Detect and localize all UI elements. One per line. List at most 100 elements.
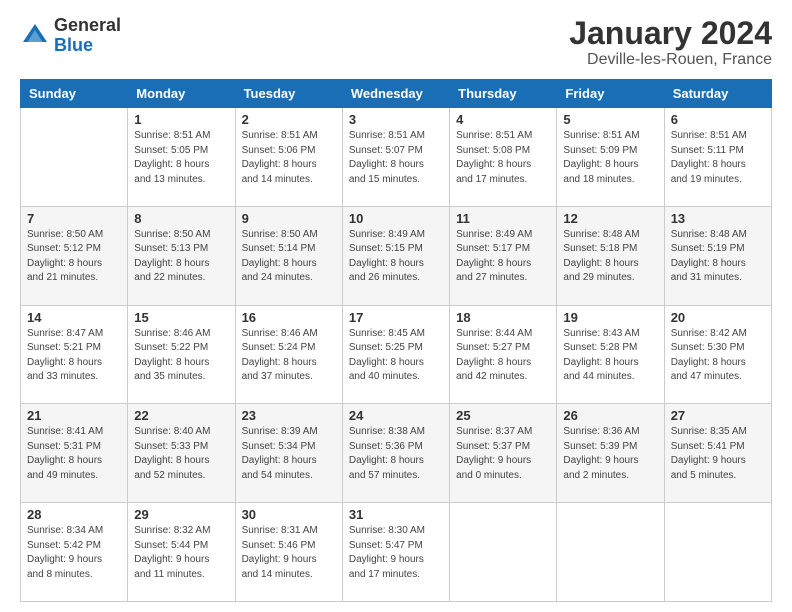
week-row-5: 28 Sunrise: 8:34 AMSunset: 5:42 PMDayligh… <box>21 503 772 602</box>
day-detail: Sunrise: 8:31 AMSunset: 5:46 PMDaylight:… <box>242 524 336 582</box>
day-number: 1 <box>134 112 228 127</box>
logo-text: General Blue <box>54 16 121 56</box>
day-number: 24 <box>349 408 443 423</box>
logo-general: General <box>54 16 121 36</box>
logo-icon <box>20 21 50 51</box>
day-number: 4 <box>456 112 550 127</box>
calendar-cell: 25 Sunrise: 8:37 AMSunset: 5:37 PMDayligh… <box>450 404 557 503</box>
day-detail: Sunrise: 8:42 AMSunset: 5:30 PMDaylight:… <box>671 327 765 385</box>
calendar-cell: 21 Sunrise: 8:41 AMSunset: 5:31 PMDayligh… <box>21 404 128 503</box>
week-row-3: 14 Sunrise: 8:47 AMSunset: 5:21 PMDayligh… <box>21 305 772 404</box>
calendar-cell: 8Sunrise: 8:50 AMSunset: 5:13 PMDaylight… <box>128 206 235 305</box>
week-row-1: 1 Sunrise: 8:51 AMSunset: 5:05 PMDaylight… <box>21 108 772 207</box>
calendar-cell <box>664 503 771 602</box>
calendar-cell: 16 Sunrise: 8:46 AMSunset: 5:24 PMDayligh… <box>235 305 342 404</box>
day-detail: Sunrise: 8:41 AMSunset: 5:31 PMDaylight:… <box>27 425 121 483</box>
calendar-cell: 20Sunrise: 8:42 AMSunset: 5:30 PMDayligh… <box>664 305 771 404</box>
day-detail: Sunrise: 8:43 AMSunset: 5:28 PMDaylight:… <box>563 327 657 385</box>
calendar-cell: 22Sunrise: 8:40 AMSunset: 5:33 PMDayligh… <box>128 404 235 503</box>
day-detail: Sunrise: 8:51 AMSunset: 5:07 PMDaylight:… <box>349 129 443 187</box>
page-subtitle: Deville-les-Rouen, France <box>569 51 772 69</box>
day-detail: Sunrise: 8:48 AMSunset: 5:18 PMDaylight:… <box>563 228 657 286</box>
calendar-cell: 28 Sunrise: 8:34 AMSunset: 5:42 PMDayligh… <box>21 503 128 602</box>
day-number: 17 <box>349 310 443 325</box>
day-number: 3 <box>349 112 443 127</box>
calendar-cell: 24 Sunrise: 8:38 AMSunset: 5:36 PMDayligh… <box>342 404 449 503</box>
column-header-wednesday: Wednesday <box>342 80 449 108</box>
day-number: 7 <box>27 211 121 226</box>
day-detail: Sunrise: 8:51 AMSunset: 5:11 PMDaylight:… <box>671 129 765 187</box>
day-number: 12 <box>563 211 657 226</box>
logo: General Blue <box>20 16 121 56</box>
day-detail: Sunrise: 8:47 AMSunset: 5:21 PMDaylight:… <box>27 327 121 385</box>
day-detail: Sunrise: 8:51 AMSunset: 5:09 PMDaylight:… <box>563 129 657 187</box>
day-detail: Sunrise: 8:49 AMSunset: 5:17 PMDaylight:… <box>456 228 550 286</box>
calendar-cell: 6 Sunrise: 8:51 AMSunset: 5:11 PMDaylight… <box>664 108 771 207</box>
calendar-cell: 13 Sunrise: 8:48 AMSunset: 5:19 PMDayligh… <box>664 206 771 305</box>
calendar-cell: 14 Sunrise: 8:47 AMSunset: 5:21 PMDayligh… <box>21 305 128 404</box>
day-detail: Sunrise: 8:45 AMSunset: 5:25 PMDaylight:… <box>349 327 443 385</box>
calendar-cell: 7 Sunrise: 8:50 AMSunset: 5:12 PMDaylight… <box>21 206 128 305</box>
page: General Blue January 2024 Deville-les-Ro… <box>0 0 792 612</box>
calendar-cell: 19 Sunrise: 8:43 AMSunset: 5:28 PMDayligh… <box>557 305 664 404</box>
day-detail: Sunrise: 8:34 AMSunset: 5:42 PMDaylight:… <box>27 524 121 582</box>
day-detail: Sunrise: 8:44 AMSunset: 5:27 PMDaylight:… <box>456 327 550 385</box>
column-header-saturday: Saturday <box>664 80 771 108</box>
day-number: 31 <box>349 507 443 522</box>
day-number: 22 <box>134 408 228 423</box>
day-detail: Sunrise: 8:32 AMSunset: 5:44 PMDaylight:… <box>134 524 228 582</box>
day-number: 28 <box>27 507 121 522</box>
calendar-header-row: SundayMondayTuesdayWednesdayThursdayFrid… <box>21 80 772 108</box>
day-detail: Sunrise: 8:37 AMSunset: 5:37 PMDaylight:… <box>456 425 550 483</box>
day-detail: Sunrise: 8:50 AMSunset: 5:12 PMDaylight:… <box>27 228 121 286</box>
day-number: 14 <box>27 310 121 325</box>
day-number: 5 <box>563 112 657 127</box>
calendar-cell: 12 Sunrise: 8:48 AMSunset: 5:18 PMDayligh… <box>557 206 664 305</box>
header: General Blue January 2024 Deville-les-Ro… <box>20 16 772 69</box>
day-number: 21 <box>27 408 121 423</box>
day-detail: Sunrise: 8:38 AMSunset: 5:36 PMDaylight:… <box>349 425 443 483</box>
day-number: 13 <box>671 211 765 226</box>
day-detail: Sunrise: 8:48 AMSunset: 5:19 PMDaylight:… <box>671 228 765 286</box>
title-block: January 2024 Deville-les-Rouen, France <box>569 16 772 69</box>
day-detail: Sunrise: 8:30 AMSunset: 5:47 PMDaylight:… <box>349 524 443 582</box>
day-number: 19 <box>563 310 657 325</box>
day-number: 6 <box>671 112 765 127</box>
calendar-cell: 18Sunrise: 8:44 AMSunset: 5:27 PMDayligh… <box>450 305 557 404</box>
calendar-cell: 29 Sunrise: 8:32 AMSunset: 5:44 PMDayligh… <box>128 503 235 602</box>
calendar-cell <box>21 108 128 207</box>
calendar-cell: 23 Sunrise: 8:39 AMSunset: 5:34 PMDayligh… <box>235 404 342 503</box>
page-title: January 2024 <box>569 16 772 51</box>
logo-blue: Blue <box>54 36 121 56</box>
calendar-cell <box>450 503 557 602</box>
day-number: 16 <box>242 310 336 325</box>
calendar-cell: 17 Sunrise: 8:45 AMSunset: 5:25 PMDayligh… <box>342 305 449 404</box>
calendar-cell: 1 Sunrise: 8:51 AMSunset: 5:05 PMDaylight… <box>128 108 235 207</box>
day-number: 15 <box>134 310 228 325</box>
day-detail: Sunrise: 8:39 AMSunset: 5:34 PMDaylight:… <box>242 425 336 483</box>
day-number: 10 <box>349 211 443 226</box>
calendar-cell: 31 Sunrise: 8:30 AMSunset: 5:47 PMDayligh… <box>342 503 449 602</box>
column-header-sunday: Sunday <box>21 80 128 108</box>
calendar-cell: 4Sunrise: 8:51 AMSunset: 5:08 PMDaylight… <box>450 108 557 207</box>
calendar-cell: 27Sunrise: 8:35 AMSunset: 5:41 PMDayligh… <box>664 404 771 503</box>
day-detail: Sunrise: 8:50 AMSunset: 5:14 PMDaylight:… <box>242 228 336 286</box>
week-row-2: 7 Sunrise: 8:50 AMSunset: 5:12 PMDaylight… <box>21 206 772 305</box>
calendar-table: SundayMondayTuesdayWednesdayThursdayFrid… <box>20 79 772 602</box>
day-detail: Sunrise: 8:36 AMSunset: 5:39 PMDaylight:… <box>563 425 657 483</box>
calendar-cell <box>557 503 664 602</box>
day-number: 23 <box>242 408 336 423</box>
column-header-monday: Monday <box>128 80 235 108</box>
day-detail: Sunrise: 8:46 AMSunset: 5:24 PMDaylight:… <box>242 327 336 385</box>
day-number: 29 <box>134 507 228 522</box>
day-detail: Sunrise: 8:49 AMSunset: 5:15 PMDaylight:… <box>349 228 443 286</box>
calendar-cell: 10 Sunrise: 8:49 AMSunset: 5:15 PMDayligh… <box>342 206 449 305</box>
calendar-cell: 11Sunrise: 8:49 AMSunset: 5:17 PMDayligh… <box>450 206 557 305</box>
day-number: 30 <box>242 507 336 522</box>
calendar-cell: 26Sunrise: 8:36 AMSunset: 5:39 PMDayligh… <box>557 404 664 503</box>
day-detail: Sunrise: 8:51 AMSunset: 5:05 PMDaylight:… <box>134 129 228 187</box>
calendar-cell: 15Sunrise: 8:46 AMSunset: 5:22 PMDayligh… <box>128 305 235 404</box>
day-number: 27 <box>671 408 765 423</box>
day-number: 25 <box>456 408 550 423</box>
day-number: 2 <box>242 112 336 127</box>
